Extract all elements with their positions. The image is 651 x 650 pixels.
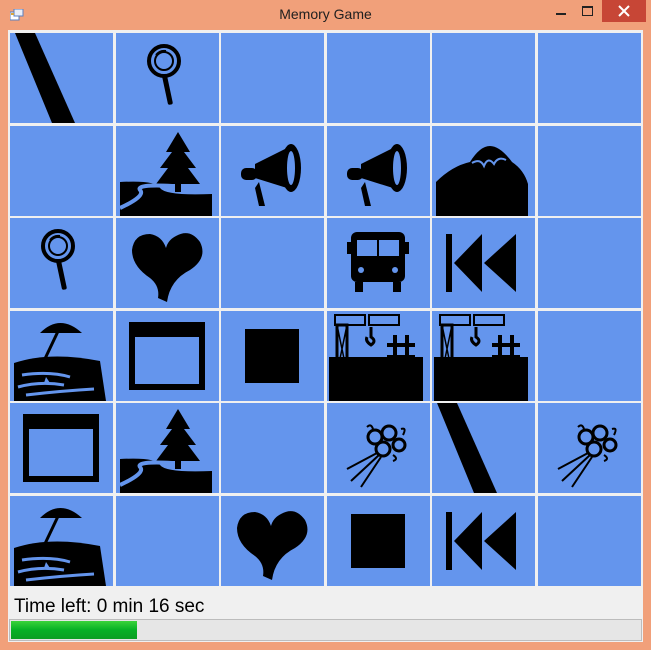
tile-r6-c4[interactable] — [326, 495, 430, 586]
tile-r3-c5[interactable] — [432, 218, 535, 308]
tile-r5-c1[interactable] — [10, 403, 113, 493]
tile-r3-c4[interactable] — [326, 218, 430, 308]
beach-icon — [14, 322, 106, 401]
magnifier-icon — [146, 44, 181, 105]
tile-r3-c3[interactable] — [221, 218, 324, 308]
tile-r2-c1[interactable] — [10, 125, 113, 216]
tile-r2-c3[interactable] — [221, 125, 324, 216]
window-frame-icon — [128, 321, 205, 390]
close-icon — [618, 5, 630, 17]
tile-r6-c2[interactable] — [115, 495, 219, 586]
tile-r6-c6[interactable] — [537, 495, 641, 586]
square-icon — [350, 513, 405, 568]
beach-icon — [14, 507, 106, 586]
heart-icon — [131, 233, 202, 302]
maximize-icon — [581, 6, 593, 16]
megaphone-icon — [346, 143, 407, 206]
flower-bouquet-icon — [346, 424, 406, 488]
client-area: Time left: 0 min 16 sec — [8, 30, 643, 642]
tile-r4-c4[interactable] — [326, 310, 430, 401]
tile-r5-c6[interactable] — [537, 403, 641, 493]
time-progress-bar — [9, 619, 642, 641]
crane-icon — [328, 313, 423, 401]
tile-r3-c6[interactable] — [537, 218, 641, 308]
close-button[interactable] — [602, 0, 646, 22]
tile-r1-c6[interactable] — [537, 33, 641, 123]
tile-r1-c2[interactable] — [115, 33, 219, 123]
tile-r2-c6[interactable] — [537, 125, 641, 216]
tile-r3-c1[interactable] — [10, 218, 113, 308]
tile-r5-c4[interactable] — [326, 403, 430, 493]
title-bar[interactable]: Memory Game — [0, 0, 651, 30]
tile-r4-c6[interactable] — [537, 310, 641, 401]
slash-icon — [437, 403, 497, 493]
flower-bouquet-icon — [557, 424, 617, 488]
bus-icon — [346, 232, 409, 292]
crane-icon — [434, 313, 528, 401]
tile-r1-c3[interactable] — [221, 33, 324, 123]
tile-r1-c1[interactable] — [10, 33, 113, 123]
progress-fill — [11, 621, 137, 639]
square-icon — [245, 328, 299, 383]
tile-r4-c2[interactable] — [115, 310, 219, 401]
window-frame-icon — [23, 414, 99, 482]
tile-r1-c4[interactable] — [326, 33, 430, 123]
tile-r4-c3[interactable] — [221, 310, 324, 401]
time-left-label: Time left: 0 min 16 sec — [14, 596, 205, 617]
tile-board — [8, 30, 643, 596]
tile-r2-c4[interactable] — [326, 125, 430, 216]
tile-r2-c5[interactable] — [432, 125, 535, 216]
tile-r1-c5[interactable] — [432, 33, 535, 123]
heart-icon — [237, 510, 308, 580]
tile-r4-c5[interactable] — [432, 310, 535, 401]
tile-r5-c3[interactable] — [221, 403, 324, 493]
tile-r5-c2[interactable] — [115, 403, 219, 493]
tree-river-icon — [118, 409, 212, 493]
tree-river-icon — [118, 131, 212, 216]
tile-r6-c1[interactable] — [10, 495, 113, 586]
game-window: Memory Game Time left: 0 min 16 sec — [0, 0, 651, 650]
rewind-icon — [446, 511, 516, 570]
tile-r2-c2[interactable] — [115, 125, 219, 216]
minimize-icon — [556, 13, 566, 15]
maximize-button[interactable] — [574, 0, 600, 22]
tile-r6-c3[interactable] — [221, 495, 324, 586]
tile-r4-c1[interactable] — [10, 310, 113, 401]
rewind-icon — [446, 234, 516, 292]
mountain-icon — [436, 145, 528, 216]
tile-r3-c2[interactable] — [115, 218, 219, 308]
tile-r5-c5[interactable] — [432, 403, 535, 493]
tile-r6-c5[interactable] — [432, 495, 535, 586]
magnifier-icon — [41, 229, 75, 290]
slash-icon — [15, 33, 75, 123]
minimize-button[interactable] — [548, 0, 574, 22]
megaphone-icon — [241, 143, 301, 206]
